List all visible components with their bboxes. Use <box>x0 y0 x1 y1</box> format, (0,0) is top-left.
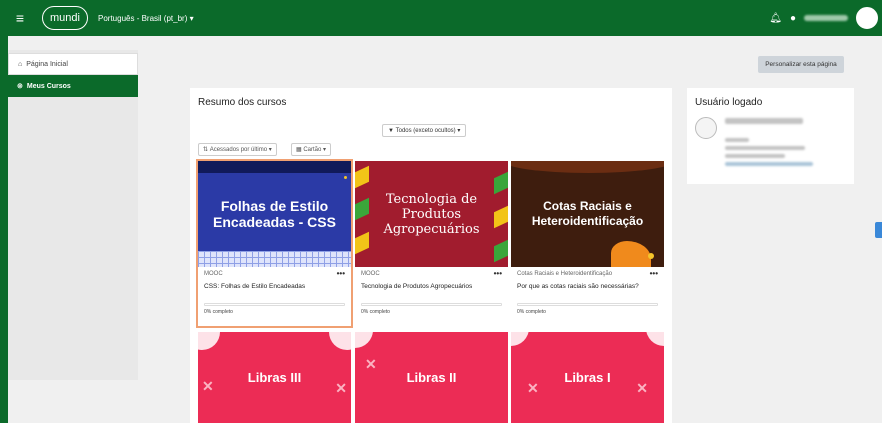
left-accent-bar <box>0 36 8 423</box>
block-title: Usuário logado <box>695 97 763 108</box>
sidebar-item-my-courses[interactable]: ⊚ Meus Cursos <box>8 75 138 97</box>
user-name-blurred[interactable] <box>804 15 848 21</box>
progress-text: 0% completo <box>204 309 233 315</box>
course-image[interactable]: Cotas Raciais e Heteroidentificação <box>511 161 664 267</box>
course-card-agro[interactable]: Tecnologia de Produtos Agropecuários MOO… <box>355 161 508 326</box>
progress-bar <box>361 303 502 306</box>
image-banner <box>198 161 351 173</box>
decorative-stripe <box>494 239 508 263</box>
course-category: Cotas Raciais e Heteroidentificação <box>517 271 613 277</box>
course-image-title: Libras I <box>564 370 611 385</box>
more-options-icon[interactable]: ••• <box>650 269 658 278</box>
decorative-stripe <box>355 197 369 221</box>
decorative-x: ✕ <box>527 380 539 396</box>
user-info-blurred <box>725 146 805 150</box>
course-card-css[interactable]: Folhas de Estilo Encadeadas - CSS MOOC •… <box>196 159 353 328</box>
filter-icon: ▼ <box>388 127 394 134</box>
grid-icon: ▦ <box>296 147 302 153</box>
home-icon: ⌂ <box>18 60 23 68</box>
sort-dropdown[interactable]: ⇅ Acessados por último ▾ <box>198 143 277 156</box>
course-image[interactable]: Folhas de Estilo Encadeadas - CSS <box>198 161 351 267</box>
progress-text: 0% completo <box>361 309 390 315</box>
user-avatar[interactable] <box>695 117 717 139</box>
sidebar-item-label: Página Inicial <box>26 60 68 68</box>
language-selector[interactable]: Português - Brasil (pt_br) ▾ <box>98 14 194 23</box>
chevron-down-icon: ▾ <box>268 147 272 153</box>
course-image-title: Libras III <box>247 370 302 385</box>
course-image-title: Libras II <box>406 370 457 385</box>
user-fullname-blurred[interactable] <box>725 118 803 124</box>
course-card-libras-3[interactable]: ✕ ✕ Libras III <box>198 332 351 423</box>
dashboard-icon: ⊚ <box>17 83 23 90</box>
course-card-cotas[interactable]: Cotas Raciais e Heteroidentificação Cota… <box>511 161 664 326</box>
sort-icon: ⇅ <box>203 147 209 153</box>
chevron-down-icon: ▾ <box>457 128 461 134</box>
decorative-x: ✕ <box>202 378 214 394</box>
sort-label: Acessados por último <box>209 146 268 153</box>
grouping-filter-dropdown[interactable]: ▼ Todos (exceto ocultos) ▾ <box>382 124 467 137</box>
course-category: MOOC <box>204 271 223 277</box>
course-image-title: Folhas de Estilo Encadeadas - CSS <box>213 198 336 230</box>
user-info-blurred <box>725 138 749 142</box>
decorative-stripe <box>494 171 508 195</box>
progress-bar <box>517 303 658 306</box>
filter-label: Todos (exceto ocultos) <box>395 127 456 134</box>
decorative-dot <box>344 176 347 179</box>
site-logo[interactable]: mundi <box>42 6 88 30</box>
image-grid-pattern <box>198 251 351 267</box>
decorative-blob <box>511 332 529 346</box>
decorative-blob <box>329 332 351 350</box>
course-name-link[interactable]: Tecnologia de Produtos Agropecuários <box>361 283 501 290</box>
logged-user-block: Usuário logado <box>687 88 854 184</box>
decorative-stripe <box>494 205 508 229</box>
chat-icon[interactable]: ● <box>790 13 796 24</box>
sidebar-item-home[interactable]: ⌂ Página Inicial <box>8 53 138 75</box>
chevron-down-icon: ▾ <box>323 147 327 153</box>
user-menu-area: 🔔︎ ● <box>769 7 878 29</box>
decorative-x: ✕ <box>365 356 377 372</box>
view-mode-dropdown[interactable]: ▦ Cartão ▾ <box>291 143 332 156</box>
user-avatar[interactable] <box>856 7 878 29</box>
decorative-dot <box>648 253 654 259</box>
user-email-blurred[interactable] <box>725 162 813 166</box>
decorative-stripe <box>355 165 369 189</box>
block-title: Resumo dos cursos <box>198 97 287 108</box>
user-info-blurred <box>725 154 785 158</box>
course-name-link[interactable]: Por que as cotas raciais são necessárias… <box>517 283 657 290</box>
decorative-x: ✕ <box>636 380 648 396</box>
course-image-title: Tecnologia de Produtos Agropecuários <box>383 191 480 237</box>
decorative-wave <box>511 161 664 173</box>
sidebar: ⌂ Página Inicial ⊚ Meus Cursos <box>8 50 138 380</box>
decorative-blob <box>646 332 664 346</box>
more-options-icon[interactable]: ••• <box>337 269 345 278</box>
course-image[interactable]: Tecnologia de Produtos Agropecuários <box>355 161 508 267</box>
course-card-libras-2[interactable]: ✕ Libras II <box>355 332 508 423</box>
decorative-blob <box>198 332 220 350</box>
progress-bar <box>204 303 345 306</box>
progress-text: 0% completo <box>517 309 546 315</box>
hamburger-icon[interactable]: ≡ <box>12 10 28 26</box>
decorative-shape <box>611 241 651 267</box>
course-category: MOOC <box>361 271 380 277</box>
course-image-title: Cotas Raciais e Heteroidentificação <box>531 199 644 228</box>
more-options-icon[interactable]: ••• <box>494 269 502 278</box>
chevron-down-icon: ▾ <box>189 13 194 23</box>
decorative-x: ✕ <box>335 380 347 396</box>
bell-icon[interactable]: 🔔︎ <box>769 13 782 24</box>
course-card-libras-1[interactable]: ✕ ✕ Libras I <box>511 332 664 423</box>
side-drawer-toggle[interactable] <box>875 222 882 238</box>
top-navbar: ≡ mundi Português - Brasil (pt_br) ▾ 🔔︎ … <box>0 0 882 36</box>
decorative-stripe <box>355 231 369 255</box>
course-name-link[interactable]: CSS: Folhas de Estilo Encadeadas <box>204 283 344 290</box>
sidebar-item-label: Meus Cursos <box>26 82 71 90</box>
language-label: Português - Brasil (pt_br) <box>98 13 188 23</box>
view-label: Cartão <box>303 146 322 153</box>
decorative-blob <box>355 332 373 348</box>
customize-page-button[interactable]: Personalizar esta página <box>758 56 844 73</box>
